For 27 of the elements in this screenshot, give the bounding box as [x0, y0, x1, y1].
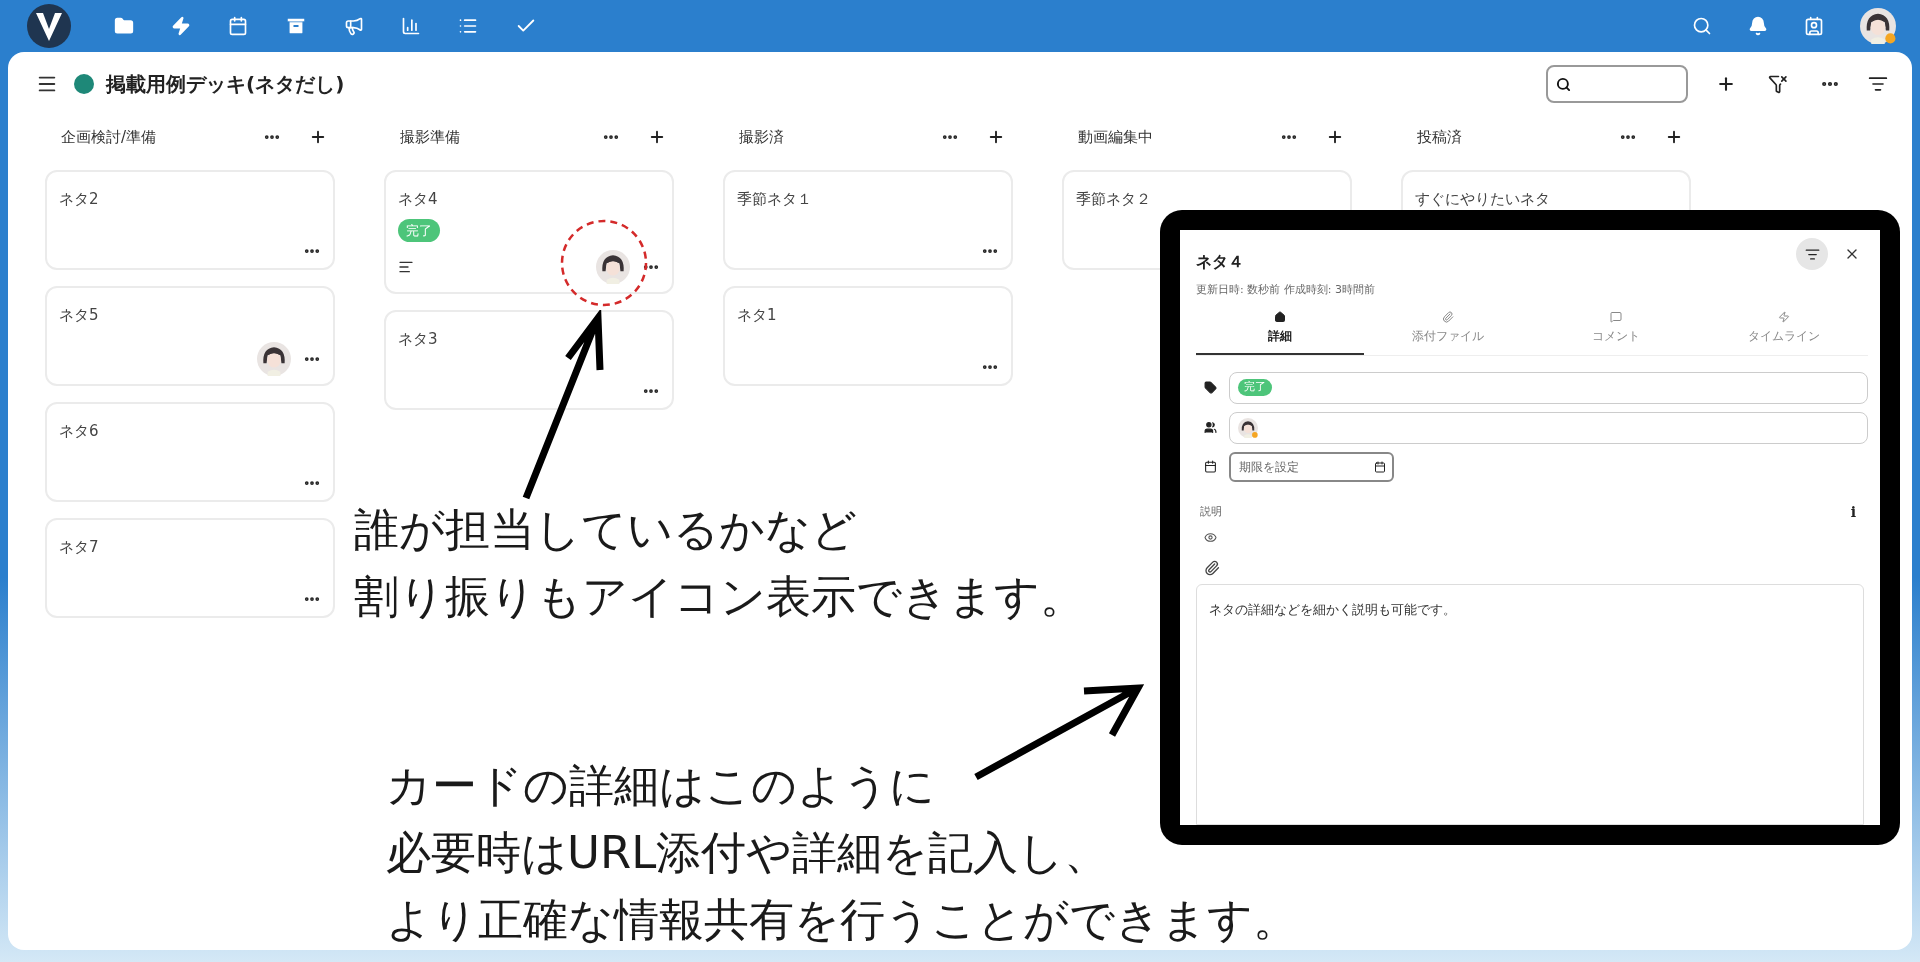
- column-title: 撮影済: [739, 126, 784, 148]
- annotation-text: 割り振りもアイコン表示できます。: [354, 569, 1085, 625]
- description-label: 説明: [1200, 503, 1222, 520]
- annotation-text: 誰が担当しているかなど: [354, 502, 858, 558]
- label-tag: 完了: [1238, 379, 1272, 396]
- board-title: 掲載用例デッキ(ネタだし): [106, 71, 345, 98]
- card-title: ネタ1: [737, 305, 778, 326]
- card-title: すぐにやりたいネタ: [1415, 189, 1551, 210]
- card-title: ネタ7: [59, 537, 100, 558]
- card-title: 季節ネタ２: [1076, 189, 1152, 210]
- card-meta: 更新日時: 数秒前 作成時刻: 3時間前: [1196, 282, 1375, 298]
- column-title: 動画編集中: [1078, 126, 1153, 148]
- card-title: ネタ3: [398, 329, 439, 350]
- label-tag: 完了: [398, 218, 440, 242]
- annotation-text: カードの詳細はこのように: [386, 758, 936, 814]
- column-title: 撮影準備: [400, 126, 460, 148]
- annotation-text: 必要時はURL添付や詳細を記入し、: [386, 825, 1111, 881]
- card-title: ネタ2: [59, 189, 100, 210]
- column-title: 企画検討/準備: [61, 126, 157, 148]
- description-text: ネタの詳細などを細かく説明も可能です。: [1209, 601, 1456, 617]
- card-title: ネタ5: [59, 305, 100, 326]
- card-title: ネタ6: [59, 421, 100, 442]
- annotation-text: より正確な情報共有を行うことができます。: [386, 892, 1298, 948]
- column-title: 投稿済: [1417, 126, 1462, 148]
- card-title: 季節ネタ１: [737, 189, 813, 210]
- card-detail-title: ネタ４: [1196, 251, 1245, 273]
- card-title: ネタ4: [398, 189, 439, 210]
